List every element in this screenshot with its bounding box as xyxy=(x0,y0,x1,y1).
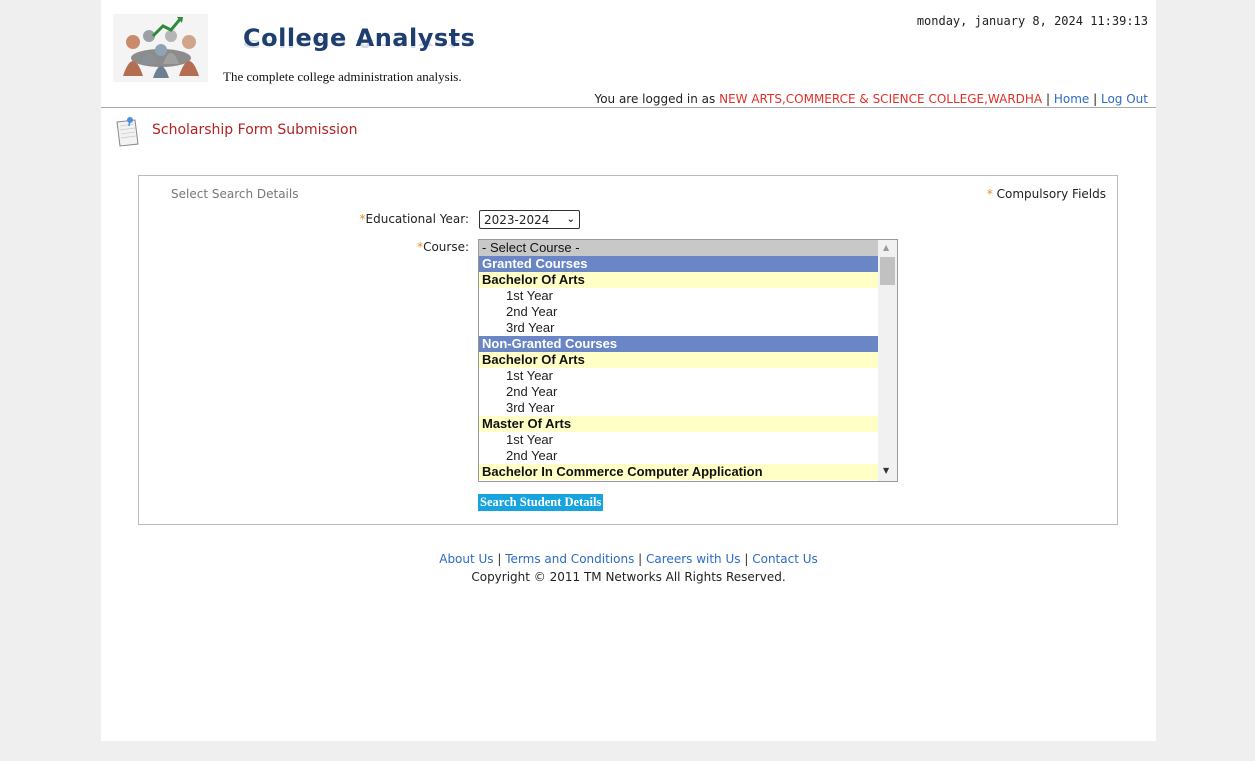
course-option-group[interactable]: Non-Granted Courses xyxy=(479,336,879,352)
separator: | xyxy=(497,552,502,566)
educational-year-label: *Educational Year: xyxy=(360,212,469,226)
about-us-link[interactable]: About Us xyxy=(439,552,493,566)
login-status: You are logged in as NEW ARTS,COMMERCE &… xyxy=(594,92,1148,106)
scroll-thumb[interactable] xyxy=(880,257,895,285)
course-option-program[interactable]: Bachelor In Commerce Computer Applicatio… xyxy=(479,464,879,480)
home-link[interactable]: Home xyxy=(1054,92,1089,106)
course-option-program[interactable]: Bachelor Of Arts xyxy=(479,272,879,288)
scroll-up-icon[interactable]: ▲ xyxy=(883,243,889,252)
separator: | xyxy=(744,552,749,566)
page-title: Scholarship Form Submission xyxy=(152,122,358,138)
careers-link[interactable]: Careers with Us xyxy=(646,552,740,566)
course-option-year[interactable]: 3rd Year xyxy=(479,400,879,416)
search-student-details-button[interactable]: Search Student Details xyxy=(478,494,604,511)
contact-us-link[interactable]: Contact Us xyxy=(752,552,818,566)
chevron-down-icon: ⌄ xyxy=(566,214,575,225)
course-listbox[interactable]: - Select Course - Granted Courses Bachelor… xyxy=(478,239,898,482)
course-option-year[interactable]: 2nd Year xyxy=(479,384,879,400)
educational-year-value: 2023-2024 xyxy=(484,212,550,227)
course-option-year[interactable]: 1st Year xyxy=(479,368,879,384)
listbox-scrollbar[interactable]: ▲ ▼ xyxy=(878,240,897,481)
page-container: College Analysts College Analysts The co… xyxy=(101,0,1156,741)
section-label: Select Search Details xyxy=(171,187,299,201)
course-option-program[interactable]: Master Of Arts xyxy=(479,416,879,432)
current-datetime: monday, january 8, 2024 11:39:13 xyxy=(916,14,1148,28)
compulsory-note: * Compulsory Fields xyxy=(987,187,1106,201)
college-name: NEW ARTS,COMMERCE & SCIENCE COLLEGE,WARD… xyxy=(719,92,1043,106)
course-options: - Select Course - Granted Courses Bachelor… xyxy=(479,240,879,480)
logo-tagline: The complete college administration anal… xyxy=(223,69,462,84)
course-option-program[interactable]: Bachelor Of Arts xyxy=(479,352,879,368)
logo-title-reflection: College Analysts xyxy=(243,37,476,50)
course-label: *Course: xyxy=(417,240,469,254)
separator: | xyxy=(1093,92,1098,106)
course-label-text: Course: xyxy=(423,240,469,254)
separator: | xyxy=(638,552,643,566)
educational-year-label-text: Educational Year: xyxy=(365,212,469,226)
search-form: Select Search Details * Compulsory Field… xyxy=(138,175,1118,525)
logout-link[interactable]: Log Out xyxy=(1101,92,1148,106)
copyright: Copyright © 2011 TM Networks All Rights … xyxy=(471,570,786,584)
compulsory-text: Compulsory Fields xyxy=(996,187,1106,201)
separator: | xyxy=(1045,92,1051,106)
people-logo-icon xyxy=(113,14,208,82)
educational-year-select[interactable]: 2023-2024 ⌄ xyxy=(479,210,580,229)
course-option-year[interactable]: 2nd Year xyxy=(479,304,879,320)
terms-link[interactable]: Terms and Conditions xyxy=(505,552,634,566)
course-option-group[interactable]: Granted Courses xyxy=(479,256,879,272)
login-prefix: You are logged in as xyxy=(594,92,716,106)
course-option-year[interactable]: 3rd Year xyxy=(479,320,879,336)
course-option-year[interactable]: 1st Year xyxy=(479,432,879,448)
scroll-down-icon[interactable]: ▼ xyxy=(883,466,889,475)
header-divider xyxy=(101,107,1156,108)
logo: College Analysts College Analysts The co… xyxy=(113,12,498,84)
required-marker: * xyxy=(986,187,993,201)
notepad-icon xyxy=(116,117,139,147)
course-option-year[interactable]: 2nd Year xyxy=(479,448,879,464)
course-option-placeholder[interactable]: - Select Course - xyxy=(479,240,879,256)
course-option-year[interactable]: 1st Year xyxy=(479,288,879,304)
footer-links: About Us | Terms and Conditions | Career… xyxy=(101,552,1156,566)
